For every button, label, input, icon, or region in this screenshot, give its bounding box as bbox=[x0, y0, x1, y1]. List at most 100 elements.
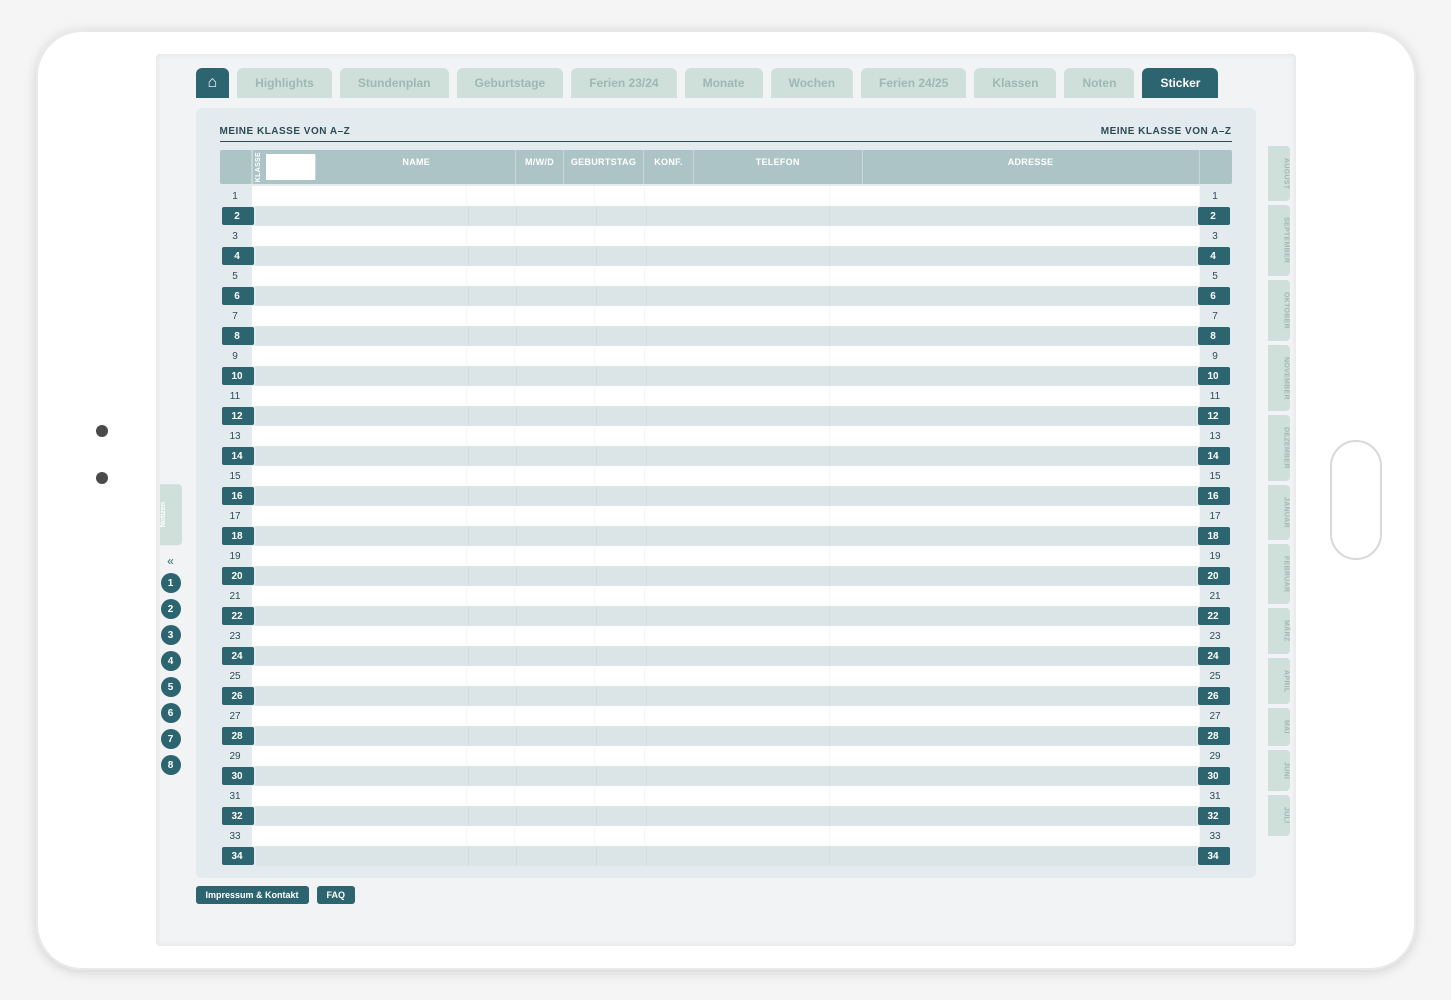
cell-adresse[interactable] bbox=[830, 826, 1200, 846]
table-row[interactable]: 1010 bbox=[220, 366, 1232, 386]
cell-name[interactable] bbox=[256, 326, 469, 346]
cell-mwd[interactable] bbox=[467, 746, 515, 766]
table-row[interactable]: 55 bbox=[220, 266, 1232, 286]
table-row[interactable]: 88 bbox=[220, 326, 1232, 346]
cell-name[interactable] bbox=[256, 526, 469, 546]
cell-adresse[interactable] bbox=[830, 786, 1200, 806]
cell-geburtstag[interactable] bbox=[517, 566, 597, 586]
cell-telefon[interactable] bbox=[645, 266, 830, 286]
impressum-button[interactable]: Impressum & Kontakt bbox=[196, 886, 309, 904]
cell-konf[interactable] bbox=[597, 686, 647, 706]
cell-telefon[interactable] bbox=[645, 346, 830, 366]
cell-adresse[interactable] bbox=[830, 326, 1196, 346]
cell-geburtstag[interactable] bbox=[515, 706, 595, 726]
table-row[interactable]: 1616 bbox=[220, 486, 1232, 506]
month-tab-februar[interactable]: FEBRUAR bbox=[1268, 544, 1290, 604]
cell-mwd[interactable] bbox=[467, 266, 515, 286]
cell-adresse[interactable] bbox=[830, 466, 1200, 486]
cell-geburtstag[interactable] bbox=[515, 466, 595, 486]
cell-mwd[interactable] bbox=[469, 286, 517, 306]
cell-adresse[interactable] bbox=[830, 226, 1200, 246]
cell-konf[interactable] bbox=[597, 206, 647, 226]
cell-adresse[interactable] bbox=[830, 426, 1200, 446]
class-circle-1[interactable]: 1 bbox=[161, 573, 181, 593]
cell-mwd[interactable] bbox=[467, 506, 515, 526]
cell-adresse[interactable] bbox=[830, 646, 1196, 666]
tab-ferien2324[interactable]: Ferien 23/24 bbox=[571, 68, 676, 98]
cell-telefon[interactable] bbox=[647, 806, 830, 826]
month-tab-juli[interactable]: JULI bbox=[1268, 795, 1290, 835]
cell-telefon[interactable] bbox=[647, 286, 830, 306]
cell-name[interactable] bbox=[252, 306, 467, 326]
cell-geburtstag[interactable] bbox=[517, 486, 597, 506]
cell-geburtstag[interactable] bbox=[515, 666, 595, 686]
cell-geburtstag[interactable] bbox=[517, 646, 597, 666]
table-row[interactable]: 3030 bbox=[220, 766, 1232, 786]
cell-name[interactable] bbox=[256, 606, 469, 626]
cell-name[interactable] bbox=[252, 826, 467, 846]
cell-name[interactable] bbox=[252, 666, 467, 686]
cell-konf[interactable] bbox=[597, 646, 647, 666]
cell-name[interactable] bbox=[256, 406, 469, 426]
table-row[interactable]: 1212 bbox=[220, 406, 1232, 426]
tab-wochen[interactable]: Wochen bbox=[771, 68, 853, 98]
cell-name[interactable] bbox=[256, 646, 469, 666]
cell-adresse[interactable] bbox=[830, 506, 1200, 526]
cell-mwd[interactable] bbox=[469, 766, 517, 786]
month-tab-juni[interactable]: JUNI bbox=[1268, 750, 1290, 791]
cell-konf[interactable] bbox=[595, 466, 645, 486]
cell-name[interactable] bbox=[256, 766, 469, 786]
table-row[interactable]: 1313 bbox=[220, 426, 1232, 446]
cell-geburtstag[interactable] bbox=[515, 506, 595, 526]
cell-name[interactable] bbox=[256, 446, 469, 466]
cell-geburtstag[interactable] bbox=[517, 246, 597, 266]
cell-mwd[interactable] bbox=[469, 606, 517, 626]
cell-mwd[interactable] bbox=[469, 326, 517, 346]
tab-sticker[interactable]: Sticker bbox=[1142, 68, 1218, 98]
cell-mwd[interactable] bbox=[467, 626, 515, 646]
month-tab-august[interactable]: AUGUST bbox=[1268, 146, 1290, 201]
cell-telefon[interactable] bbox=[647, 846, 830, 866]
cell-geburtstag[interactable] bbox=[515, 586, 595, 606]
cell-konf[interactable] bbox=[597, 326, 647, 346]
month-tab-oktober[interactable]: OKTOBER bbox=[1268, 280, 1290, 341]
cell-konf[interactable] bbox=[597, 246, 647, 266]
cell-adresse[interactable] bbox=[830, 286, 1196, 306]
cell-mwd[interactable] bbox=[467, 786, 515, 806]
cell-konf[interactable] bbox=[597, 566, 647, 586]
table-row[interactable]: 2323 bbox=[220, 626, 1232, 646]
cell-telefon[interactable] bbox=[647, 206, 830, 226]
cell-konf[interactable] bbox=[595, 746, 645, 766]
cell-mwd[interactable] bbox=[469, 206, 517, 226]
table-row[interactable]: 1717 bbox=[220, 506, 1232, 526]
tab-stundenplan[interactable]: Stundenplan bbox=[340, 68, 449, 98]
cell-konf[interactable] bbox=[595, 586, 645, 606]
cell-telefon[interactable] bbox=[645, 186, 830, 206]
cell-geburtstag[interactable] bbox=[515, 346, 595, 366]
cell-mwd[interactable] bbox=[467, 826, 515, 846]
cell-mwd[interactable] bbox=[467, 346, 515, 366]
cell-adresse[interactable] bbox=[830, 606, 1196, 626]
cell-adresse[interactable] bbox=[830, 726, 1196, 746]
cell-name[interactable] bbox=[256, 846, 469, 866]
cell-geburtstag[interactable] bbox=[517, 846, 597, 866]
cell-adresse[interactable] bbox=[830, 546, 1200, 566]
month-tab-mai[interactable]: MAI bbox=[1268, 708, 1290, 746]
cell-adresse[interactable] bbox=[830, 586, 1200, 606]
cell-geburtstag[interactable] bbox=[515, 746, 595, 766]
cell-adresse[interactable] bbox=[830, 566, 1196, 586]
cell-mwd[interactable] bbox=[467, 586, 515, 606]
cell-name[interactable] bbox=[252, 186, 467, 206]
table-row[interactable]: 22 bbox=[220, 206, 1232, 226]
cell-telefon[interactable] bbox=[645, 826, 830, 846]
cell-geburtstag[interactable] bbox=[515, 826, 595, 846]
cell-geburtstag[interactable] bbox=[517, 366, 597, 386]
cell-konf[interactable] bbox=[595, 226, 645, 246]
cell-telefon[interactable] bbox=[645, 306, 830, 326]
cell-geburtstag[interactable] bbox=[515, 626, 595, 646]
cell-telefon[interactable] bbox=[647, 526, 830, 546]
cell-mwd[interactable] bbox=[467, 666, 515, 686]
cell-adresse[interactable] bbox=[830, 306, 1200, 326]
cell-adresse[interactable] bbox=[830, 806, 1196, 826]
cell-mwd[interactable] bbox=[467, 546, 515, 566]
